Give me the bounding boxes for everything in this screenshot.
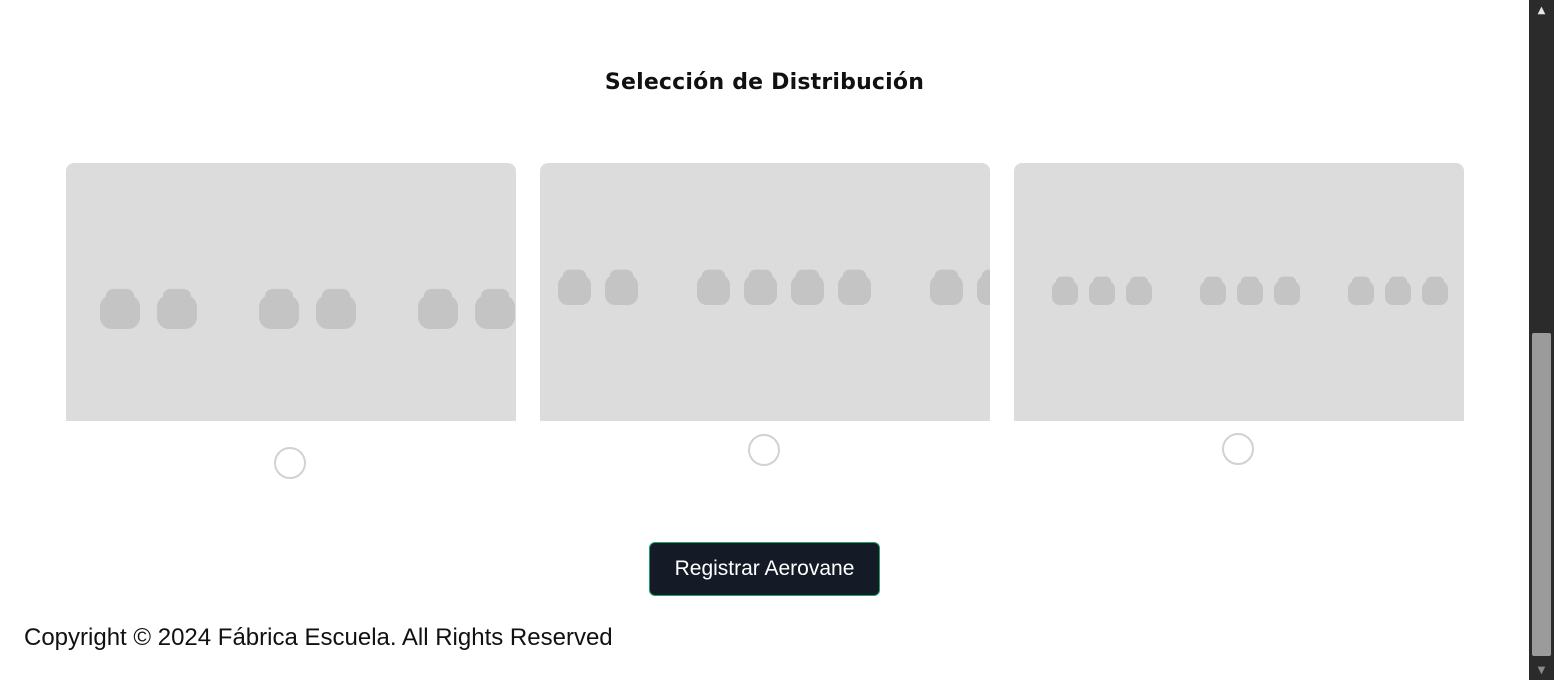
scrollbar-thumb[interactable] xyxy=(1532,333,1551,656)
seat-map-3-3-3 xyxy=(1052,276,1448,305)
layout-radio-1[interactable] xyxy=(274,447,306,479)
seat-back-icon xyxy=(1277,276,1297,287)
seat-back-icon xyxy=(265,288,293,303)
layout-radio-2[interactable] xyxy=(748,434,780,466)
seat-back-icon xyxy=(609,269,634,282)
register-aerovane-button[interactable]: Registrar Aerovane xyxy=(649,542,880,596)
seat-back-icon xyxy=(1425,276,1445,287)
seat-back-icon xyxy=(934,269,959,282)
seat-back-icon xyxy=(748,269,773,282)
seat-back-icon xyxy=(1055,276,1075,287)
seat-back-icon xyxy=(424,288,452,303)
vertical-scrollbar[interactable]: ▲ ▼ xyxy=(1529,0,1554,680)
section-title: Selección de Distribución xyxy=(604,70,925,95)
seat-back-icon xyxy=(842,269,867,282)
footer-copyright: Copyright © 2024 Fábrica Escuela. All Ri… xyxy=(24,624,613,651)
scroll-down-arrow-icon[interactable]: ▼ xyxy=(1529,660,1554,680)
layout-option-image-1[interactable] xyxy=(66,163,516,421)
seat-back-icon xyxy=(1240,276,1260,287)
scroll-up-arrow-icon[interactable]: ▲ xyxy=(1529,0,1554,20)
seat-back-icon xyxy=(322,288,350,303)
seat-back-icon xyxy=(701,269,726,282)
seat-back-icon xyxy=(481,288,509,303)
seat-back-icon xyxy=(1388,276,1408,287)
seat-back-icon xyxy=(1351,276,1371,287)
seat-back-icon xyxy=(562,269,587,282)
seat-map-2-2-2 xyxy=(100,288,515,329)
seat-back-icon xyxy=(163,288,191,303)
seat-back-icon xyxy=(1203,276,1223,287)
seat-back-icon xyxy=(1129,276,1149,287)
seat-back-icon xyxy=(795,269,820,282)
layout-radio-3[interactable] xyxy=(1222,433,1254,465)
layout-option-image-3[interactable] xyxy=(1014,163,1464,421)
seat-map-2-4-2 xyxy=(558,269,990,305)
seat-back-icon xyxy=(106,288,134,303)
page: Selección de Distribución Registrar Aero… xyxy=(0,0,1529,680)
layout-option-image-2[interactable] xyxy=(540,163,990,421)
seat-back-icon xyxy=(1092,276,1112,287)
